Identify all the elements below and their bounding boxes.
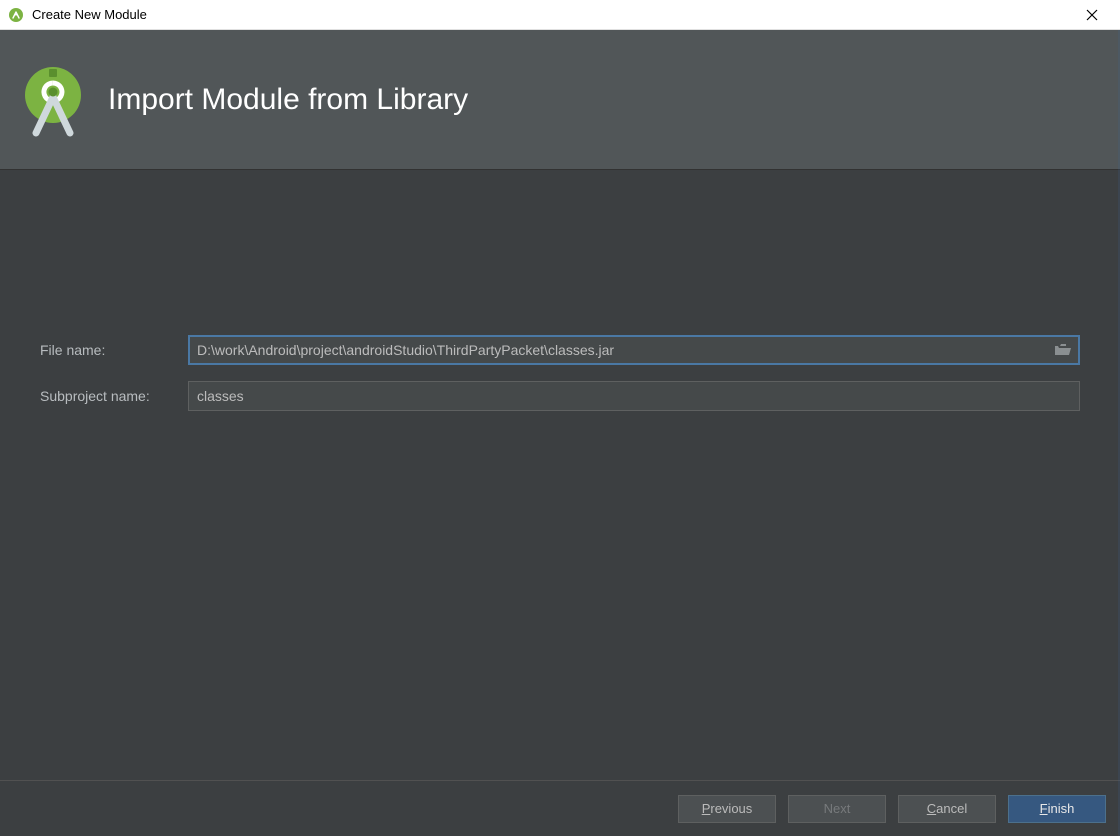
close-icon (1086, 9, 1098, 21)
page-title: Import Module from Library (108, 83, 468, 117)
next-label: Next (824, 801, 851, 816)
cancel-rest: ancel (936, 801, 967, 816)
content-area: File name: Subproject name: (0, 170, 1120, 780)
finish-rest: inish (1048, 801, 1075, 816)
titlebar: Create New Module (0, 0, 1120, 30)
previous-button[interactable]: Previous (678, 795, 776, 823)
filename-label: File name: (40, 342, 188, 358)
finish-button[interactable]: Finish (1008, 795, 1106, 823)
header-banner: Import Module from Library (0, 30, 1120, 170)
browse-file-button[interactable] (1054, 343, 1072, 357)
subproject-input[interactable] (188, 381, 1080, 411)
form-row-filename: File name: (40, 335, 1080, 365)
next-button[interactable]: Next (788, 795, 886, 823)
filename-input-wrap (188, 335, 1080, 365)
previous-rest: revious (710, 801, 752, 816)
close-button[interactable] (1072, 1, 1112, 29)
folder-open-icon (1054, 343, 1072, 357)
filename-input[interactable] (188, 335, 1080, 365)
cancel-mnemonic: C (927, 801, 936, 816)
window-title: Create New Module (32, 7, 147, 22)
subproject-input-wrap (188, 381, 1080, 411)
subproject-label: Subproject name: (40, 388, 188, 404)
form-row-subproject: Subproject name: (40, 381, 1080, 411)
android-studio-logo (22, 63, 84, 137)
footer-button-bar: Previous Next Cancel Finish (0, 780, 1120, 836)
android-studio-icon (8, 7, 24, 23)
finish-mnemonic: F (1040, 801, 1048, 816)
cancel-button[interactable]: Cancel (898, 795, 996, 823)
